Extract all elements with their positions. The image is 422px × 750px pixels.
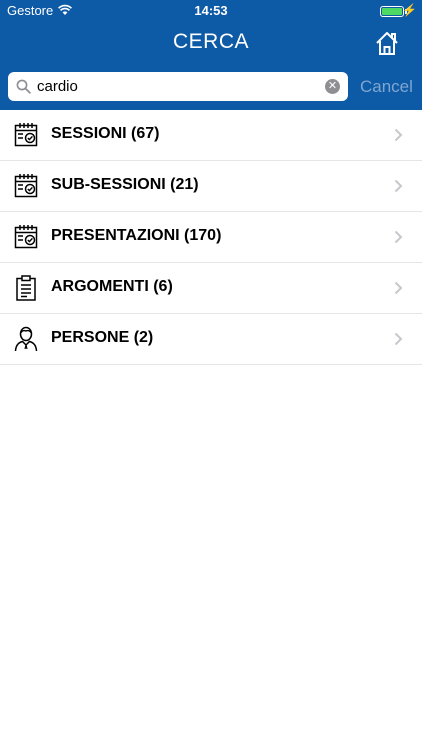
chevron-right-icon [394, 128, 403, 142]
cancel-button[interactable]: Cancel [360, 77, 413, 97]
search-input[interactable] [37, 72, 322, 101]
result-label: SESSIONI (67) [51, 125, 160, 142]
result-label: ARGOMENTI (6) [51, 278, 173, 295]
chevron-right-icon [394, 332, 403, 346]
page-title: CERCA [172, 30, 249, 53]
calendar-check-icon [14, 123, 38, 147]
chevron-right-icon [394, 230, 403, 244]
battery-icon [380, 6, 404, 17]
calendar-check-icon [14, 225, 38, 249]
search-field[interactable]: ✕ [8, 72, 348, 101]
results-list: SESSIONI (67) SUB-SESSIONI (21) PRESENTA… [0, 110, 422, 365]
clock: 14:53 [194, 3, 228, 18]
result-label: PERSONE (2) [51, 329, 154, 346]
result-row-persone[interactable]: PERSONE (2) [0, 314, 422, 365]
result-label: SUB-SESSIONI (21) [51, 176, 199, 193]
result-row-presentazioni[interactable]: PRESENTAZIONI (170) [0, 212, 422, 263]
chevron-right-icon [394, 179, 403, 193]
charging-icon: ⚡ [402, 3, 417, 17]
clear-search-icon[interactable]: ✕ [325, 79, 340, 94]
result-label: PRESENTAZIONI (170) [51, 227, 222, 244]
search-icon [16, 79, 31, 94]
result-row-sub-sessioni[interactable]: SUB-SESSIONI (21) [0, 161, 422, 212]
status-bar: Gestore 14:53 ⚡ [0, 0, 422, 22]
home-icon[interactable] [374, 30, 400, 56]
chevron-right-icon [394, 281, 403, 295]
result-row-sessioni[interactable]: SESSIONI (67) [0, 110, 422, 161]
top-bar: Gestore 14:53 ⚡ CERCA ✕ Cancel [0, 0, 422, 110]
person-icon [14, 326, 38, 352]
clipboard-icon [16, 275, 36, 301]
result-row-argomenti[interactable]: ARGOMENTI (6) [0, 263, 422, 314]
calendar-check-icon [14, 174, 38, 198]
